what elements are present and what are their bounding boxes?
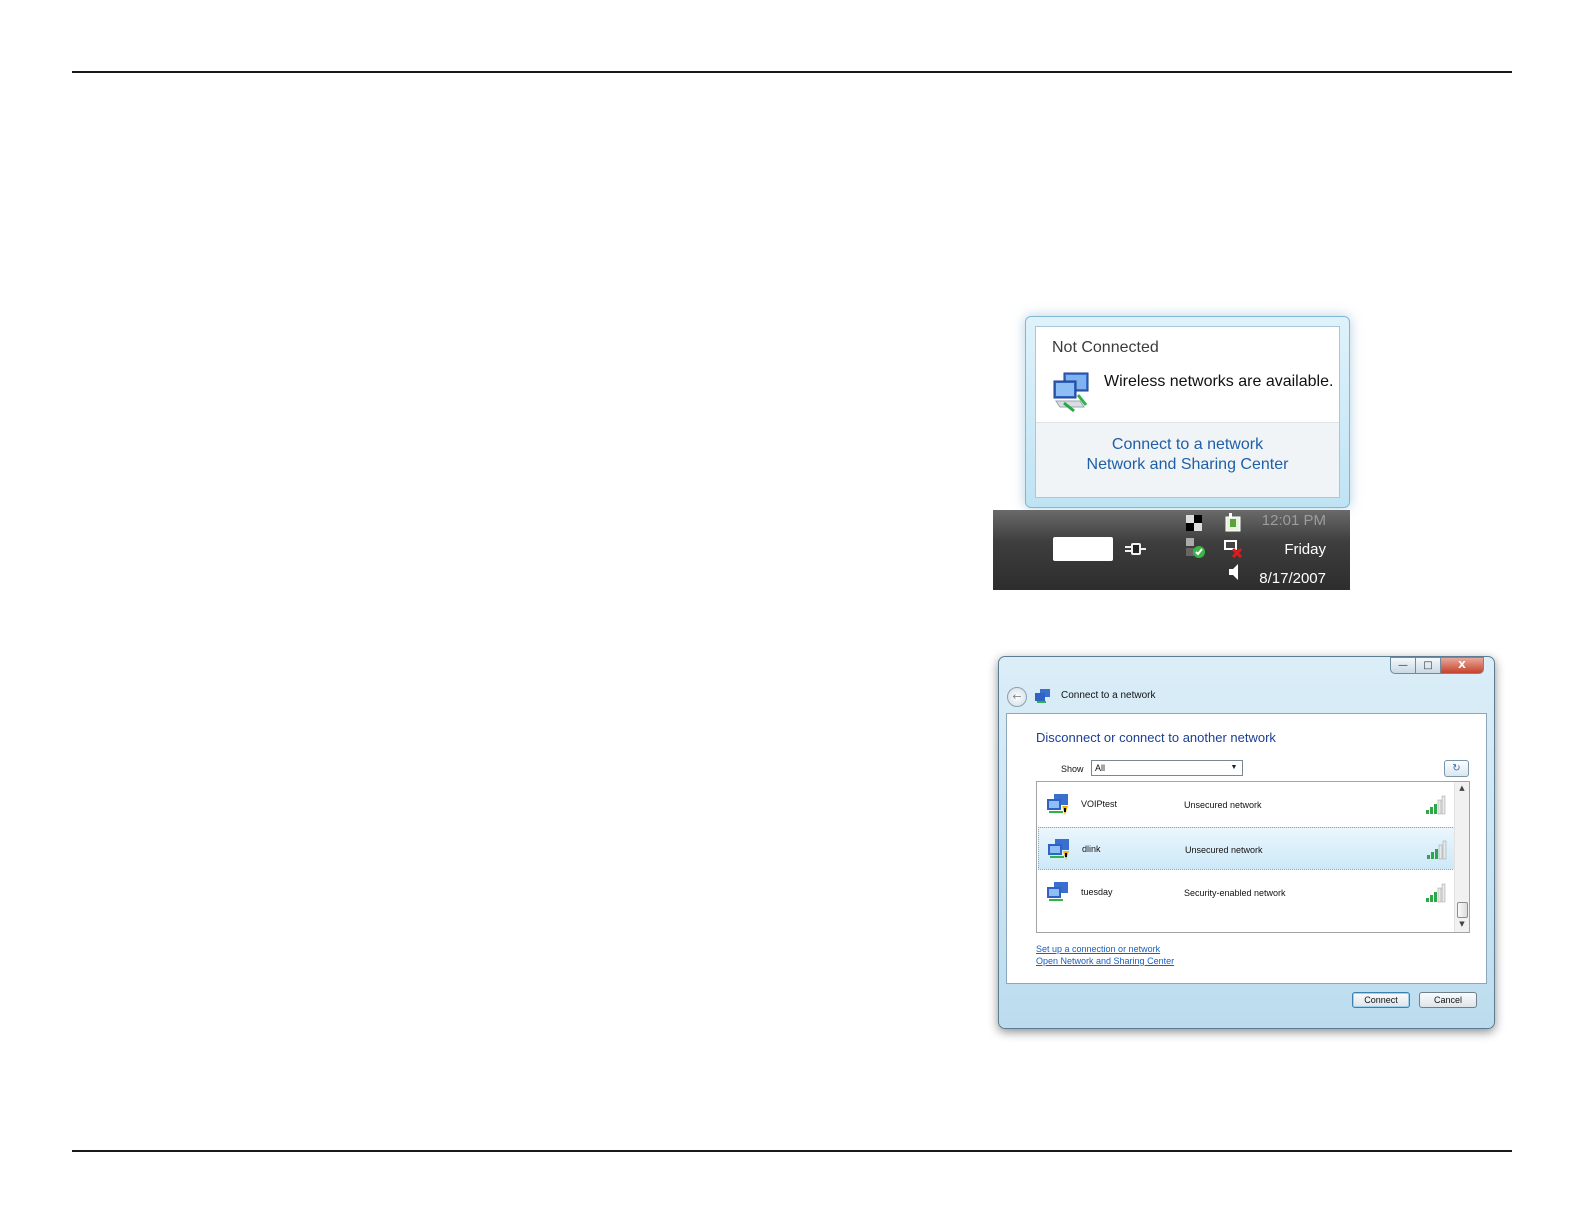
removable-device-icon[interactable]	[1223, 513, 1243, 533]
network-status-balloon: Not Connected Wireless networks are avai…	[1025, 316, 1350, 508]
taskbar-white-box	[1053, 537, 1113, 561]
setup-connection-link[interactable]: Set up a connection or network	[1036, 944, 1160, 954]
network-name: tuesday	[1081, 887, 1113, 897]
top-rule	[72, 71, 1512, 73]
minimize-button[interactable]: —	[1390, 657, 1416, 674]
network-list-scrollbar[interactable]: ▲ ▼	[1454, 782, 1469, 932]
network-row-tuesday[interactable]: tuesday Security-enabled network	[1038, 871, 1455, 914]
balloon-content: Not Connected Wireless networks are avai…	[1035, 326, 1340, 498]
connect-button[interactable]: Connect	[1352, 992, 1410, 1008]
wireless-network-icon	[1048, 839, 1069, 860]
network-row-voiptest[interactable]: VOIPtest Unsecured network	[1038, 783, 1455, 826]
scroll-up-arrow-icon[interactable]: ▲	[1457, 784, 1467, 794]
power-plug-icon[interactable]	[1123, 538, 1147, 560]
balloon-links-area: Connect to a network Network and Sharing…	[1036, 422, 1339, 497]
cancel-button[interactable]: Cancel	[1419, 992, 1477, 1008]
network-security: Unsecured network	[1185, 845, 1263, 855]
chevron-down-icon[interactable]: ▼	[1228, 763, 1240, 773]
signal-strength-icon	[1427, 840, 1447, 860]
network-disconnected-icon[interactable]	[1223, 538, 1243, 558]
signal-strength-icon	[1426, 883, 1446, 903]
window-controls: — □ X	[1390, 657, 1484, 674]
network-name: dlink	[1082, 844, 1101, 854]
connect-to-network-window: — □ X ← Connect to a network Disconnect …	[998, 656, 1495, 1029]
network-sharing-center-link[interactable]: Network and Sharing Center	[1036, 455, 1339, 475]
show-filter-dropdown[interactable]: All ▼	[1091, 760, 1243, 776]
network-row-dlink[interactable]: dlink Unsecured network	[1038, 827, 1455, 870]
back-arrow-icon[interactable]: ←	[1007, 687, 1027, 707]
refresh-button[interactable]: ↻	[1444, 760, 1469, 777]
window-title: Connect to a network	[1061, 690, 1156, 701]
speaker-icon[interactable]	[1225, 562, 1245, 582]
network-signal-icon[interactable]	[1186, 513, 1206, 533]
open-sharing-center-link[interactable]: Open Network and Sharing Center	[1036, 956, 1174, 966]
show-filter-value: All	[1095, 763, 1106, 773]
clock-date[interactable]: 8/17/2007	[1259, 570, 1326, 587]
signal-strength-icon	[1426, 795, 1446, 815]
network-security: Security-enabled network	[1184, 888, 1286, 898]
security-shield-icon[interactable]	[1186, 538, 1206, 558]
clock-time[interactable]: 12:01 PM	[1262, 512, 1326, 529]
bottom-rule	[72, 1150, 1512, 1152]
page-heading: Disconnect or connect to another network	[1036, 730, 1276, 745]
connect-to-network-link[interactable]: Connect to a network	[1036, 435, 1339, 455]
network-name: VOIPtest	[1081, 799, 1118, 809]
network-security: Unsecured network	[1184, 800, 1262, 810]
network-computers-icon	[1035, 689, 1050, 703]
maximize-button[interactable]: □	[1415, 657, 1441, 674]
scroll-down-arrow-icon[interactable]: ▼	[1457, 920, 1467, 930]
taskbar-notification-area: 12:01 PM Friday 8/17/2007	[993, 510, 1350, 590]
close-button[interactable]: X	[1440, 657, 1484, 674]
scrollbar-thumb[interactable]	[1457, 902, 1468, 918]
window-content: Disconnect or connect to another network…	[1006, 713, 1487, 984]
wireless-network-icon	[1047, 794, 1068, 815]
wireless-network-icon	[1047, 882, 1068, 901]
network-list[interactable]: VOIPtest Unsecured network dlink Unsecur…	[1036, 781, 1470, 933]
show-label: Show	[1061, 764, 1084, 774]
balloon-status-title: Not Connected	[1052, 339, 1159, 356]
clock-day[interactable]: Friday	[1284, 541, 1326, 558]
network-computers-icon	[1053, 372, 1089, 413]
refresh-icon: ↻	[1452, 763, 1461, 774]
balloon-message: Wireless networks are available.	[1104, 373, 1334, 390]
